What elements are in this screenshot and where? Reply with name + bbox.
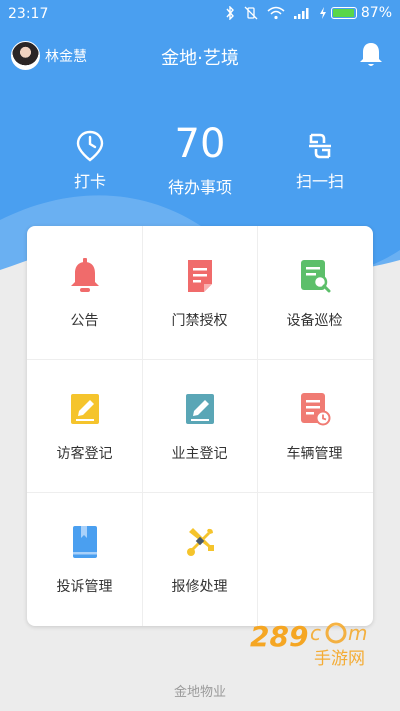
signal-icon <box>293 8 309 19</box>
complaint-book-icon <box>73 526 97 558</box>
grid-item-label: 投诉管理 <box>56 579 113 595</box>
battery-indicator: 87% <box>319 5 392 21</box>
todo-count: 70 <box>174 121 226 167</box>
clock-pin-icon <box>76 130 104 162</box>
grid-item-complaint-management[interactable]: 投诉管理 <box>27 492 142 625</box>
edit-icon <box>71 394 99 424</box>
watermark-logo: 289 c m 手游网 <box>250 620 367 669</box>
grid-item-announcement[interactable]: 公告 <box>27 226 142 359</box>
grid-item-visitor-registration[interactable]: 访客登记 <box>27 359 142 492</box>
svg-text:289: 289 <box>250 620 308 653</box>
grid-item-label: 设备巡检 <box>286 313 343 329</box>
grid-item-equipment-inspection[interactable]: 设备巡检 <box>257 226 372 359</box>
todo-button[interactable]: 70 待办事项 <box>140 120 260 198</box>
battery-percent: 87% <box>360 5 392 21</box>
grid-item-repair-handling[interactable]: 报修处理 <box>142 492 257 625</box>
charging-icon <box>319 7 326 19</box>
bluetooth-icon <box>226 6 234 20</box>
svg-text:c: c <box>310 621 321 645</box>
grid-item-vehicle-management[interactable]: 车辆管理 <box>257 359 372 492</box>
page-title: 金地·艺境 <box>161 48 239 69</box>
function-grid-card: 公告 门禁授权 设备巡检 访客登记 业主登记 车辆管理 投诉管理 报修处理 <box>27 226 373 626</box>
stats-row: 打卡 70 待办事项 扫一扫 <box>0 120 400 200</box>
document-icon <box>188 260 212 292</box>
wifi-icon <box>267 6 285 20</box>
grid-item-label: 门禁授权 <box>171 313 228 329</box>
grid-item-access-control[interactable]: 门禁授权 <box>142 226 257 359</box>
punch-in-button[interactable]: 打卡 <box>60 130 120 192</box>
inspection-icon <box>301 260 331 293</box>
battery-icon <box>330 7 357 19</box>
function-grid: 公告 门禁授权 设备巡检 访客登记 业主登记 车辆管理 投诉管理 报修处理 <box>27 226 373 626</box>
svg-text:手游网: 手游网 <box>314 649 365 669</box>
status-icons: 87% <box>225 5 392 21</box>
footer-company: 金地物业 <box>173 685 226 700</box>
grid-item-label: 公告 <box>70 313 99 329</box>
scan-label: 扫一扫 <box>295 172 344 191</box>
bell-icon <box>71 258 99 292</box>
grid-item-label: 报修处理 <box>171 579 228 595</box>
repair-tools-icon <box>187 528 214 556</box>
notification-bell-icon[interactable] <box>358 41 384 69</box>
edit-icon <box>186 394 214 424</box>
status-bar: 23:17 87% <box>0 0 400 28</box>
grid-item-label: 业主登记 <box>171 446 228 462</box>
punch-in-label: 打卡 <box>73 172 106 191</box>
todo-label: 待办事项 <box>167 178 232 197</box>
grid-item-owner-registration[interactable]: 业主登记 <box>142 359 257 492</box>
scan-button[interactable]: 扫一扫 <box>280 130 360 192</box>
status-time: 23:17 <box>8 6 49 22</box>
grid-item-label: 访客登记 <box>56 446 113 462</box>
grid-item-label: 车辆管理 <box>286 446 343 462</box>
vibrate-off-icon <box>244 6 258 20</box>
scan-icon <box>309 133 331 159</box>
battery-fill <box>332 9 354 17</box>
vehicle-record-icon <box>301 393 331 426</box>
top-bar: 林金慧 金地·艺境 <box>0 36 400 76</box>
svg-text:m: m <box>348 621 367 645</box>
